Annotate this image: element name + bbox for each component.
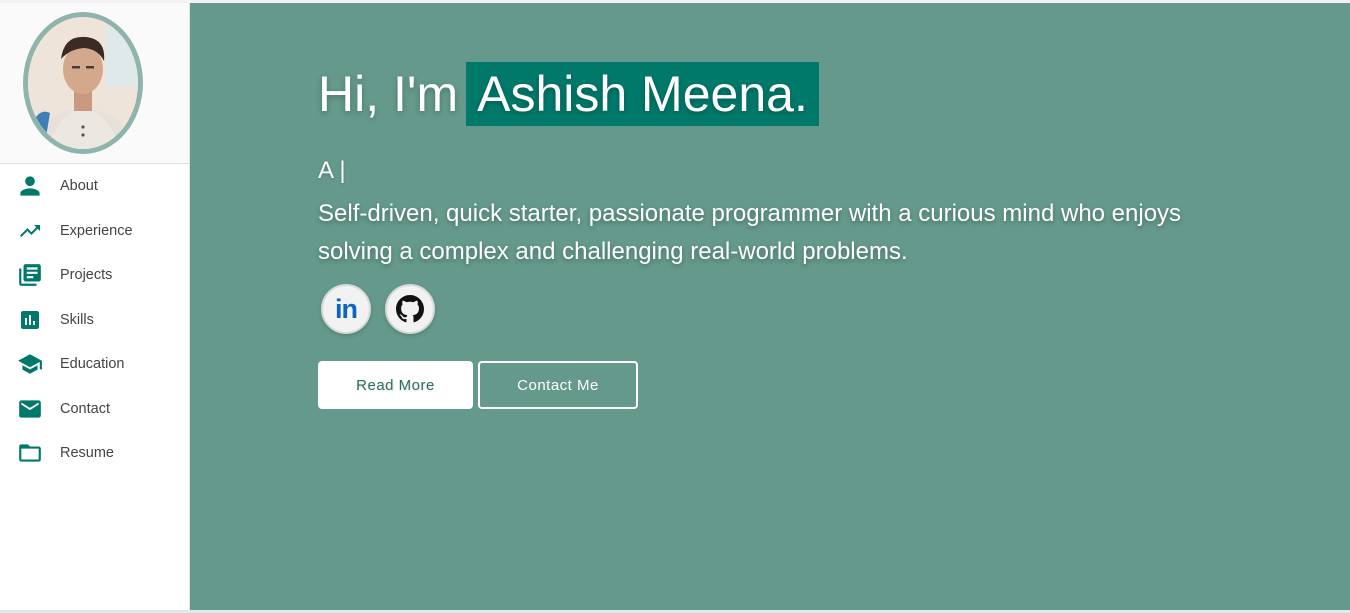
bar-chart-icon — [16, 306, 44, 334]
sidebar-item-label: Projects — [60, 267, 113, 284]
sidebar-item-about[interactable]: About — [0, 164, 189, 209]
linkedin-icon: in — [335, 293, 358, 324]
avatar — [23, 12, 143, 154]
sidebar-nav: About Experience Projects Skills Educati… — [0, 164, 189, 476]
library-books-icon — [16, 261, 44, 289]
sidebar-item-projects[interactable]: Projects — [0, 253, 189, 298]
read-more-button[interactable]: Read More — [318, 361, 473, 409]
sidebar-item-label: Experience — [60, 222, 133, 239]
graduation-cap-icon — [16, 350, 44, 378]
sidebar-item-label: About — [60, 178, 98, 195]
greeting-text: Hi, I'm — [318, 66, 459, 122]
sidebar-item-label: Skills — [60, 311, 94, 328]
linkedin-link[interactable]: in — [321, 284, 371, 334]
sidebar-item-label: Resume — [60, 445, 114, 462]
avatar-portrait — [28, 17, 138, 149]
hero-title: Hi, I'm Ashish Meena. — [318, 61, 1278, 127]
contact-me-button[interactable]: Contact Me — [478, 361, 638, 409]
sidebar-item-resume[interactable]: Resume — [0, 431, 189, 476]
sidebar-item-contact[interactable]: Contact — [0, 387, 189, 432]
sidebar-item-education[interactable]: Education — [0, 342, 189, 387]
person-icon — [16, 172, 44, 200]
sidebar-item-label: Contact — [60, 400, 110, 417]
avatar-container — [0, 3, 189, 164]
trending-up-icon — [16, 217, 44, 245]
sidebar-item-skills[interactable]: Skills — [0, 298, 189, 343]
hero-content: Hi, I'm Ashish Meena. A | Self-driven, qu… — [318, 61, 1278, 409]
bio-text: Self-driven, quick starter, passionate p… — [318, 200, 1182, 265]
sidebar-item-experience[interactable]: Experience — [0, 209, 189, 254]
typed-text: A | — [318, 157, 346, 184]
github-link[interactable] — [385, 284, 435, 334]
name-highlight: Ashish Meena. — [466, 62, 819, 126]
mail-icon — [16, 395, 44, 423]
cta-buttons: Read More Contact Me — [318, 361, 1278, 409]
hero-section: Hi, I'm Ashish Meena. A | Self-driven, qu… — [190, 3, 1350, 610]
folder-icon — [16, 439, 44, 467]
sidebar: About Experience Projects Skills Educati… — [0, 3, 190, 610]
social-links: in — [318, 284, 1278, 334]
github-icon — [396, 295, 424, 323]
sidebar-item-label: Education — [60, 356, 125, 373]
